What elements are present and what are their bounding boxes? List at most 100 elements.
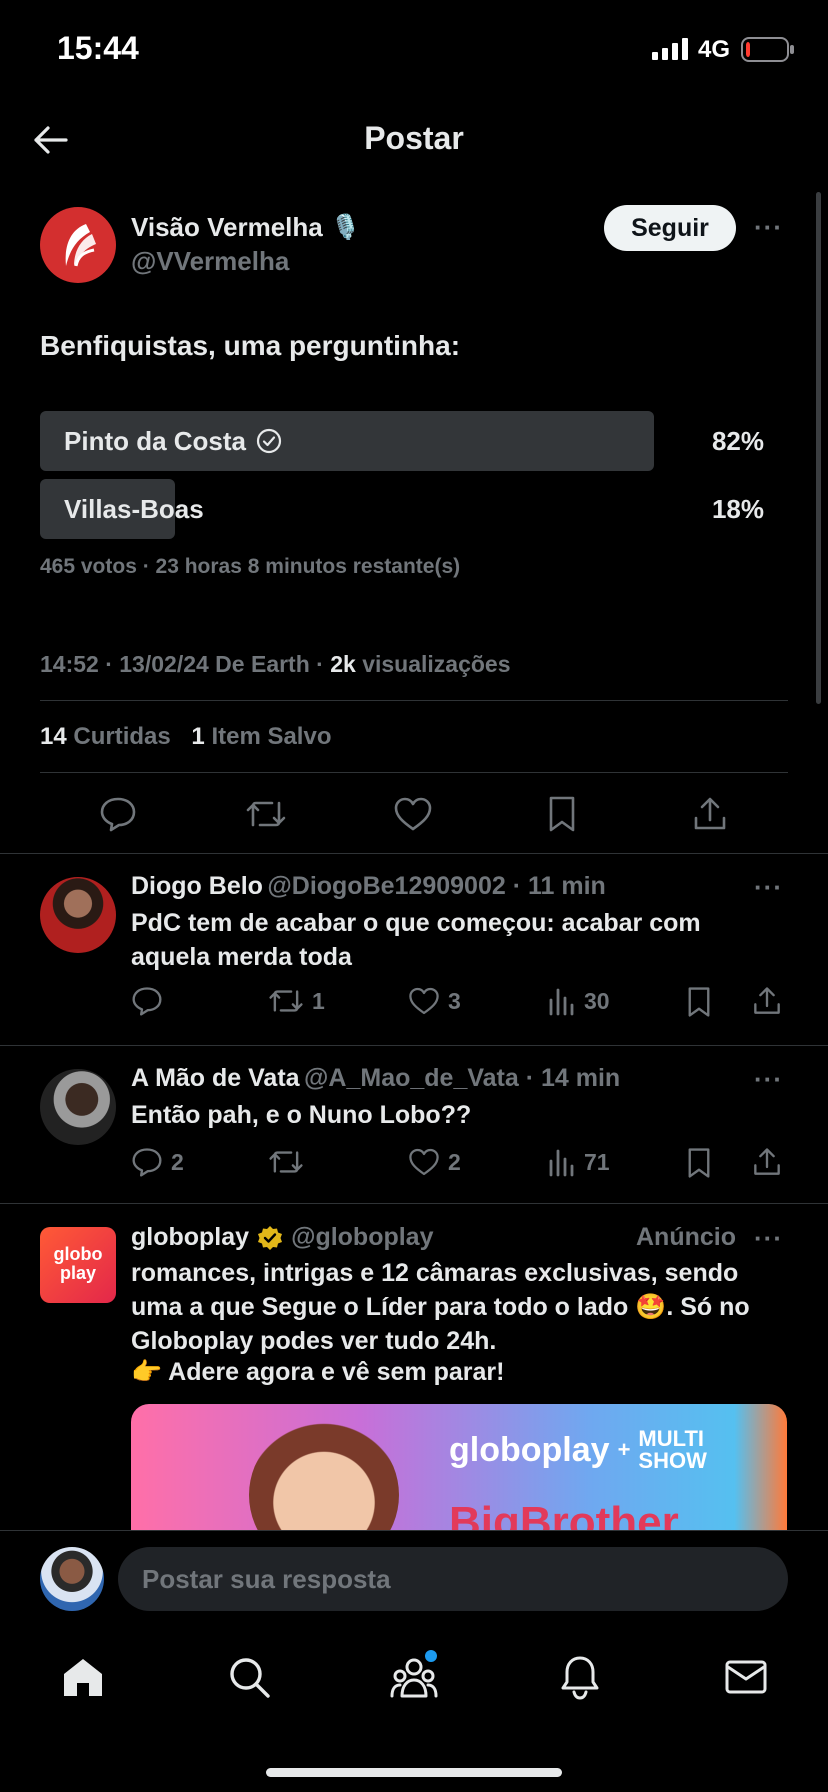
share-icon <box>754 1148 780 1175</box>
share-button[interactable] <box>752 986 782 1016</box>
divider <box>0 853 828 854</box>
more-options-icon[interactable]: ··· <box>754 1064 783 1095</box>
like-button[interactable]: 2 <box>408 1147 461 1177</box>
bookmark-button[interactable] <box>686 986 712 1018</box>
bookmark-icon <box>688 1148 710 1178</box>
home-icon <box>64 1659 102 1696</box>
post-stats: 14 Curtidas 1 Item Salvo <box>40 723 331 751</box>
ad-banner-partner: SHOW <box>638 1448 707 1473</box>
retweet-icon <box>246 801 286 827</box>
ad-header[interactable]: globoplay @globoplay <box>131 1223 434 1252</box>
ad-avatar-text: globo <box>53 1244 103 1264</box>
author-avatar[interactable] <box>40 207 116 283</box>
tab-search[interactable] <box>222 1650 276 1704</box>
share-icon <box>694 797 726 830</box>
retweet-button[interactable] <box>243 792 289 836</box>
ad-text: romances, intrigas e 12 câmaras exclusiv… <box>131 1259 750 1355</box>
notification-dot <box>425 1650 437 1662</box>
views-count: 30 <box>584 987 610 1014</box>
author-name-row[interactable]: Visão Vermelha 🎙️ <box>131 212 361 243</box>
bookmark-button[interactable] <box>686 1147 712 1179</box>
tab-home[interactable] <box>56 1650 110 1704</box>
tab-messages[interactable] <box>719 1650 773 1704</box>
page-title: Postar <box>364 120 464 156</box>
share-button[interactable] <box>688 792 732 836</box>
more-options-icon[interactable]: ··· <box>754 1223 783 1254</box>
reply-header[interactable]: A Mão de Vata @A_Mao_de_Vata · 14 min <box>131 1064 620 1093</box>
reply-text: PdC tem de acabar o que começou: acabar … <box>131 909 701 971</box>
messages-icon <box>725 1660 767 1694</box>
divider <box>40 700 788 701</box>
saved-label[interactable]: Item Salvo <box>211 723 331 750</box>
network-label: 4G <box>698 36 731 63</box>
more-options-icon[interactable]: ··· <box>754 212 783 243</box>
reply-icon <box>100 797 136 832</box>
verified-badge-icon <box>258 1225 283 1250</box>
like-button[interactable] <box>391 792 435 836</box>
retweet-count: 1 <box>312 987 325 1014</box>
ad-author-handle[interactable]: @globoplay <box>291 1223 433 1252</box>
retweet-icon <box>269 1151 303 1173</box>
post-text: Benfiquistas, uma perguntinha: <box>40 330 461 361</box>
ad-banner-show-title: BigBrother <box>449 1498 679 1530</box>
like-count: 3 <box>448 987 461 1014</box>
tab-notifications[interactable] <box>553 1650 607 1704</box>
scrollbar[interactable] <box>816 192 821 704</box>
share-icon <box>754 987 780 1014</box>
reply-button[interactable] <box>131 986 171 1016</box>
retweet-button[interactable] <box>268 1147 312 1177</box>
analytics-icon <box>549 1149 574 1177</box>
tab-communities[interactable] <box>387 1650 441 1704</box>
ad-avatar-text: play <box>59 1263 97 1283</box>
ad-label: Anúncio <box>636 1223 736 1251</box>
reply-count: 2 <box>171 1148 184 1175</box>
bookmark-button[interactable] <box>540 792 584 836</box>
ad-author-name[interactable]: globoplay <box>131 1223 249 1252</box>
status-time: 15:44 <box>57 30 139 66</box>
follow-button[interactable]: Seguir <box>604 205 736 251</box>
heart-icon <box>409 987 439 1015</box>
views-count: 2k <box>330 651 356 677</box>
user-avatar[interactable] <box>40 1547 104 1611</box>
reply-avatar[interactable] <box>40 877 116 953</box>
composer-bar: Postar sua resposta <box>0 1530 828 1627</box>
ad-avatar[interactable]: globo play <box>40 1227 116 1303</box>
reply-header[interactable]: Diogo Belo @DiogoBe12909002 · 11 min <box>131 872 606 901</box>
ad-banner-partner: MULTI <box>638 1426 704 1451</box>
more-options-icon[interactable]: ··· <box>754 872 783 903</box>
bookmark-icon <box>549 796 575 832</box>
reply-button[interactable]: 2 <box>131 1147 184 1177</box>
home-indicator <box>266 1768 562 1777</box>
like-button[interactable]: 3 <box>408 986 461 1016</box>
likes-label[interactable]: Curtidas <box>73 723 170 750</box>
ad-banner[interactable]: globoplay + MULTI SHOW BigBrother <box>131 1404 787 1530</box>
saved-count[interactable]: 1 <box>191 723 204 750</box>
poll-option-label: Villas-Boas <box>64 493 204 524</box>
post-timestamp: 14:52 · 13/02/24 De Earth · <box>40 651 331 677</box>
poll-option-2: Villas-Boas 18% <box>40 479 764 539</box>
reply-author-name[interactable]: A Mão de Vata <box>131 1064 300 1092</box>
author-handle[interactable]: @VVermelha <box>131 246 289 277</box>
reply-button[interactable] <box>96 792 140 836</box>
reply-input[interactable]: Postar sua resposta <box>118 1547 788 1611</box>
reply-author-handle[interactable]: @A_Mao_de_Vata · 14 min <box>304 1064 620 1092</box>
heart-icon <box>394 797 432 831</box>
search-icon <box>230 1658 270 1698</box>
tab-bar <box>0 1626 828 1792</box>
views-button[interactable]: 71 <box>548 1147 610 1177</box>
retweet-button[interactable]: 1 <box>268 986 325 1016</box>
views-count: 71 <box>584 1148 610 1175</box>
reply-icon <box>132 1148 162 1177</box>
author-name[interactable]: Visão Vermelha <box>131 212 323 243</box>
divider <box>40 772 788 773</box>
share-button[interactable] <box>752 1147 782 1177</box>
views-button[interactable]: 30 <box>548 986 610 1016</box>
reply-avatar[interactable] <box>40 1069 116 1145</box>
reply-author-name[interactable]: Diogo Belo <box>131 872 263 900</box>
likes-count[interactable]: 14 <box>40 723 67 750</box>
reply-author-handle[interactable]: @DiogoBe12909002 · 11 min <box>267 872 605 900</box>
eagle-logo-icon <box>65 224 96 267</box>
notifications-icon <box>561 1656 599 1700</box>
reply-text: Então pah, e o Nuno Lobo?? <box>131 1101 472 1129</box>
poll-option-1: Pinto da Costa 82% <box>40 411 764 471</box>
